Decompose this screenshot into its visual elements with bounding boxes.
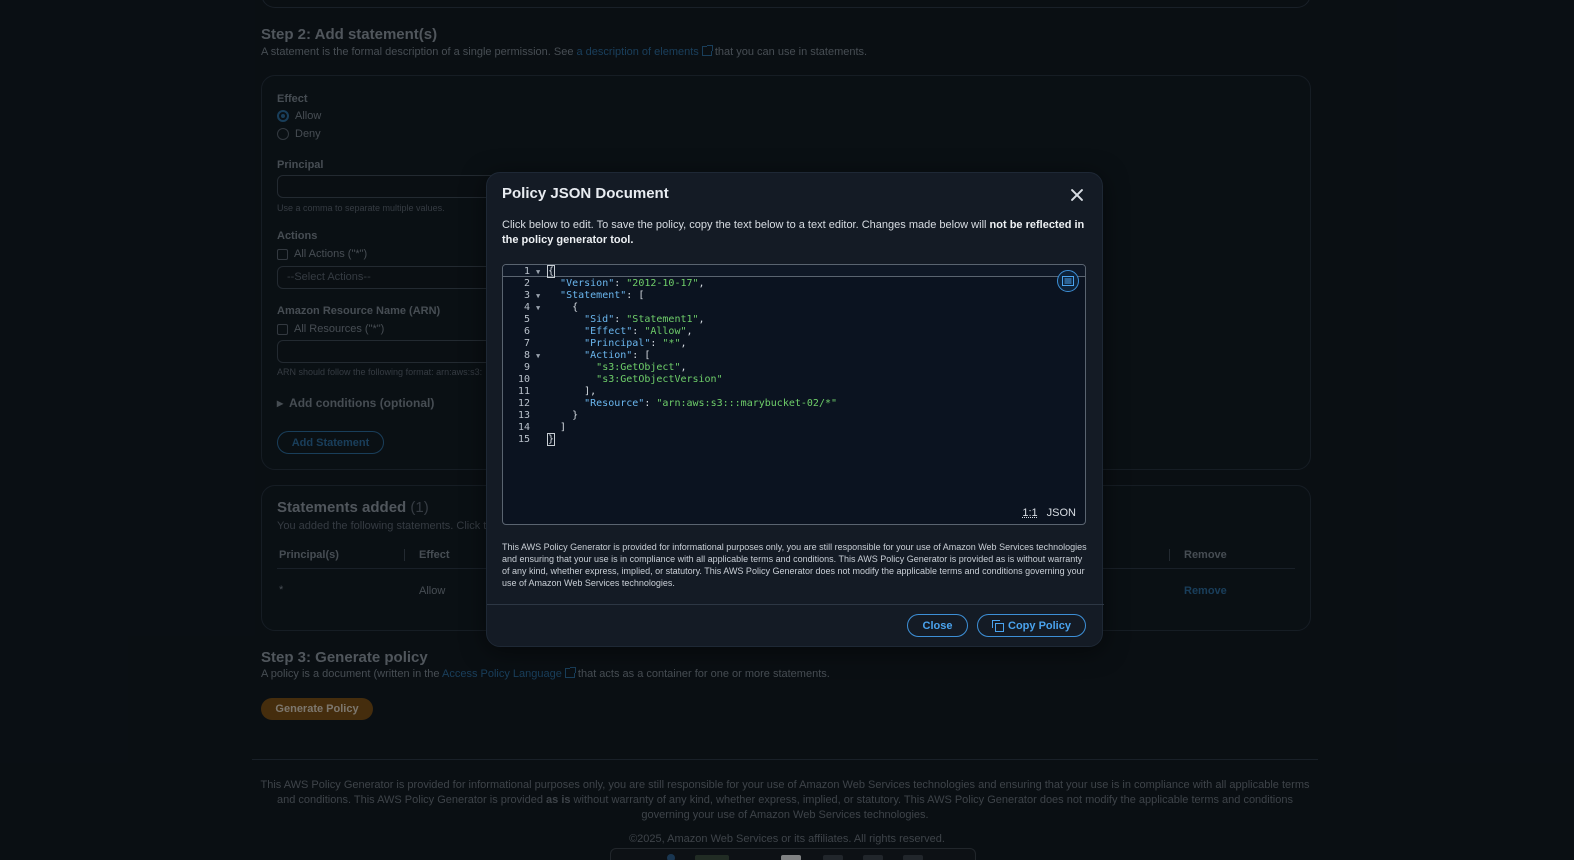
policy-json-modal: Policy JSON Document Click below to edit… [486,172,1103,647]
code-text: "Effect": "Allow", [548,326,693,338]
code-line[interactable]: 12 "Resource": "arn:aws:s3:::marybucket-… [503,398,1085,410]
line-number: 13 [503,410,530,422]
code-line[interactable]: 11 ], [503,386,1085,398]
line-number: 6 [503,326,530,338]
code-text: { [548,266,554,278]
code-line[interactable]: 1 ▼ { [503,266,1085,278]
code-text: "s3:GetObject", [548,362,687,374]
fold-toggle-icon[interactable]: ▼ [536,350,540,362]
editor-status-bar: 1:1 JSON [1022,507,1076,519]
line-number: 10 [503,374,530,386]
copy-icon [992,620,1003,631]
line-number: 15 [503,434,530,446]
modal-disclaimer: This AWS Policy Generator is provided fo… [502,541,1087,589]
code-line[interactable]: 6 "Effect": "Allow", [503,326,1085,338]
language-mode: JSON [1047,507,1076,519]
line-number: 14 [503,422,530,434]
fold-toggle-icon[interactable]: ▼ [536,302,540,314]
code-text: "Principal": "*", [548,338,687,350]
code-text: { [548,302,578,314]
editor-preferences-icon[interactable] [1057,270,1079,292]
code-line[interactable]: 10 "s3:GetObjectVersion" [503,374,1085,386]
copy-policy-button[interactable]: Copy Policy [977,614,1086,637]
code-line[interactable]: 15} [503,434,1085,446]
code-line[interactable]: 9 "s3:GetObject", [503,362,1085,374]
line-number: 5 [503,314,530,326]
code-line[interactable]: 13 } [503,410,1085,422]
code-line[interactable]: 3 ▼ "Statement": [ [503,290,1085,302]
fold-toggle-icon[interactable]: ▼ [536,290,540,302]
code-text: ], [548,386,596,398]
code-text: ] [548,422,566,434]
line-number: 2 [503,278,530,290]
code-text: "Statement": [ [548,290,644,302]
cursor-position[interactable]: 1:1 [1022,507,1037,519]
code-line[interactable]: 4 ▼ { [503,302,1085,314]
code-line[interactable]: 7 "Principal": "*", [503,338,1085,350]
fold-toggle-icon[interactable]: ▼ [536,266,540,278]
code-text: "Version": "2012-10-17", [548,278,705,290]
modal-title: Policy JSON Document [502,185,669,202]
code-text: "Sid": "Statement1", [548,314,705,326]
code-line[interactable]: 8 ▼ "Action": [ [503,350,1085,362]
close-button[interactable]: Close [907,614,968,637]
code-line[interactable]: 14 ] [503,422,1085,434]
code-text: } [548,434,554,446]
code-line[interactable]: 2 "Version": "2012-10-17", [503,278,1085,290]
line-number: 7 [503,338,530,350]
code-text: "Resource": "arn:aws:s3:::marybucket-02/… [548,398,837,410]
modal-description: Click below to edit. To save the policy,… [502,218,1087,248]
line-number: 12 [503,398,530,410]
line-number: 9 [503,362,530,374]
line-number: 1 [503,266,530,278]
modal-footer-divider [487,604,1104,605]
line-number: 4 [503,302,530,314]
close-icon[interactable] [1065,183,1089,207]
code-text: } [548,410,578,422]
line-number: 3 [503,290,530,302]
code-line[interactable]: 5 "Sid": "Statement1", [503,314,1085,326]
line-number: 8 [503,350,530,362]
json-code-editor[interactable]: 1 ▼{2 "Version": "2012-10-17", 3 ▼ "Stateme… [502,264,1086,525]
code-text: "s3:GetObjectVersion" [548,374,723,386]
code-lines: 1 ▼{2 "Version": "2012-10-17", 3 ▼ "Stateme… [503,266,1085,446]
line-number: 11 [503,386,530,398]
code-text: "Action": [ [548,350,650,362]
